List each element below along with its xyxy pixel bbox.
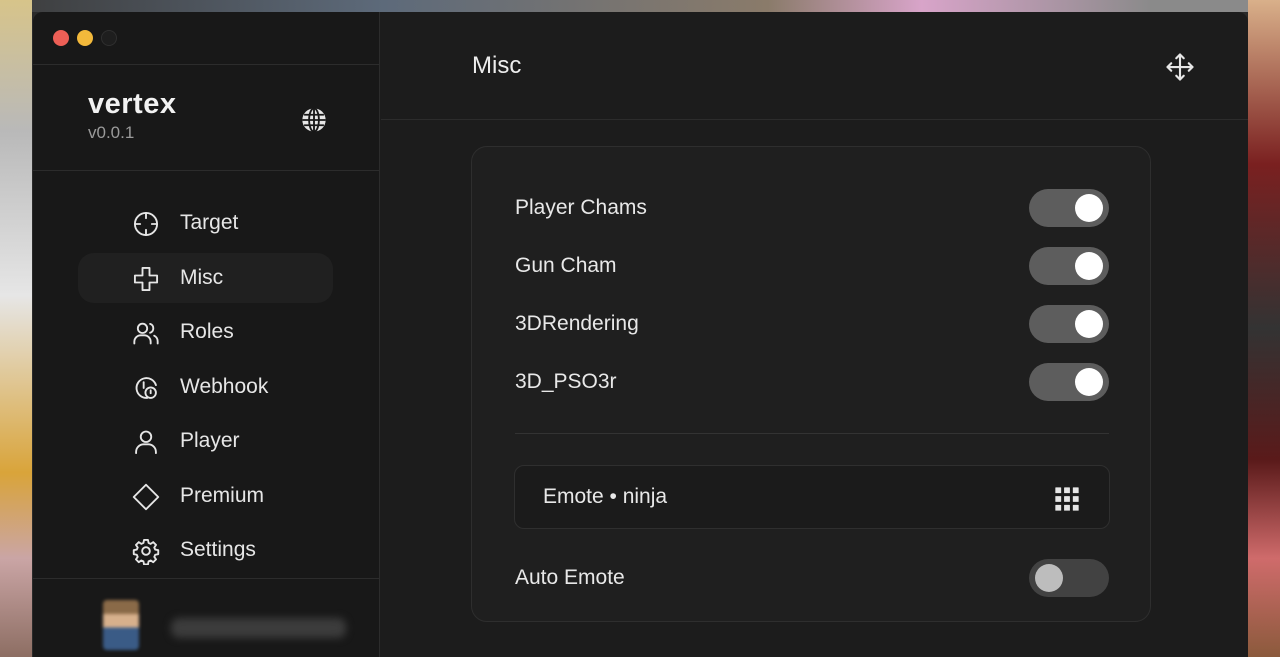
- plus-icon: [133, 266, 159, 291]
- sidebar-item-premium[interactable]: Premium: [78, 471, 333, 521]
- sidebar-item-label: Premium: [180, 483, 265, 507]
- sidebar-item-roles[interactable]: Roles: [78, 307, 333, 357]
- close-button[interactable]: [53, 30, 69, 46]
- toggle-knob: [1075, 194, 1103, 222]
- toggle-knob: [1075, 310, 1103, 338]
- toggle-row-gun-cham: Gun Cham: [515, 246, 1109, 286]
- sidebar-item-webhook[interactable]: Webhook: [78, 362, 333, 412]
- toggle-row-auto-emote: Auto Emote: [515, 558, 1109, 598]
- diamond-icon: [132, 483, 160, 510]
- crosshair-icon: [133, 211, 159, 237]
- webhook-icon: [135, 376, 157, 399]
- toggle-knob: [1075, 368, 1103, 396]
- toggle-label: 3DRendering: [515, 312, 639, 335]
- maximize-button[interactable]: [101, 30, 117, 46]
- user-profile[interactable]: [33, 578, 380, 657]
- toggle-row-3drendering: 3DRendering: [515, 304, 1109, 344]
- toggle-label: Auto Emote: [515, 566, 625, 589]
- sidebar-item-misc[interactable]: Misc: [78, 252, 333, 303]
- game-background-left: [0, 0, 32, 657]
- toggle-label: Gun Cham: [515, 254, 617, 277]
- sidebar-nav: Target Misc Roles Webhook Player Premium…: [78, 198, 333, 580]
- sidebar-item-label: Settings: [180, 538, 256, 561]
- window-controls: [53, 30, 117, 46]
- sidebar-item-label: Player: [180, 429, 240, 452]
- move-icon[interactable]: [1165, 52, 1195, 82]
- gun-cham-toggle[interactable]: [1029, 247, 1109, 285]
- sidebar-item-target[interactable]: Target: [78, 198, 333, 248]
- toggle-row-3d-pso3r: 3D_PSO3r: [515, 362, 1109, 402]
- sidebar-item-label: Webhook: [180, 374, 269, 398]
- sidebar-divider: [33, 64, 380, 65]
- toggle-knob: [1075, 252, 1103, 280]
- toggle-knob: [1035, 564, 1063, 592]
- avatar: [103, 600, 139, 650]
- 3d-pso3r-toggle[interactable]: [1029, 363, 1109, 401]
- main-panel: Misc Player Chams Gun Cham 3DRendering 3: [381, 12, 1248, 657]
- toggle-label: 3D_PSO3r: [515, 370, 617, 393]
- emote-dropdown-value: Emote • ninja: [543, 485, 668, 508]
- app-title: vertex: [88, 88, 177, 120]
- emote-dropdown[interactable]: Emote • ninja: [514, 465, 1110, 529]
- card-divider: [515, 433, 1109, 434]
- user-icon: [135, 430, 157, 455]
- settings-card: Player Chams Gun Cham 3DRendering 3D_PSO…: [471, 146, 1151, 622]
- username-redacted: [171, 618, 346, 638]
- page-title: Misc: [472, 52, 522, 79]
- sidebar-item-label: Misc: [180, 265, 224, 289]
- sidebar-item-label: Roles: [180, 320, 234, 343]
- sidebar-item-player[interactable]: Player: [78, 416, 333, 466]
- gear-icon: [132, 538, 160, 565]
- sidebar-item-settings[interactable]: Settings: [78, 525, 333, 575]
- toggle-row-player-chams: Player Chams: [515, 188, 1109, 228]
- sidebar-item-label: Target: [180, 211, 239, 234]
- minimize-button[interactable]: [77, 30, 93, 46]
- toggle-label: Player Chams: [515, 196, 647, 219]
- sidebar-divider: [33, 170, 380, 171]
- sidebar: vertex v0.0.1 Target Misc Roles Webhook …: [33, 12, 380, 657]
- auto-emote-toggle[interactable]: [1029, 559, 1109, 597]
- player-chams-toggle[interactable]: [1029, 189, 1109, 227]
- brand: vertex v0.0.1: [88, 88, 176, 143]
- users-icon: [133, 322, 159, 345]
- game-background-top: [0, 0, 1280, 12]
- game-background-right: [1248, 0, 1280, 657]
- grid-icon: [1055, 487, 1079, 511]
- app-window: vertex v0.0.1 Target Misc Roles Webhook …: [33, 12, 1248, 657]
- 3drendering-toggle[interactable]: [1029, 305, 1109, 343]
- globe-icon[interactable]: [300, 106, 328, 134]
- app-version: v0.0.1: [88, 123, 135, 142]
- main-header: Misc: [381, 12, 1248, 120]
